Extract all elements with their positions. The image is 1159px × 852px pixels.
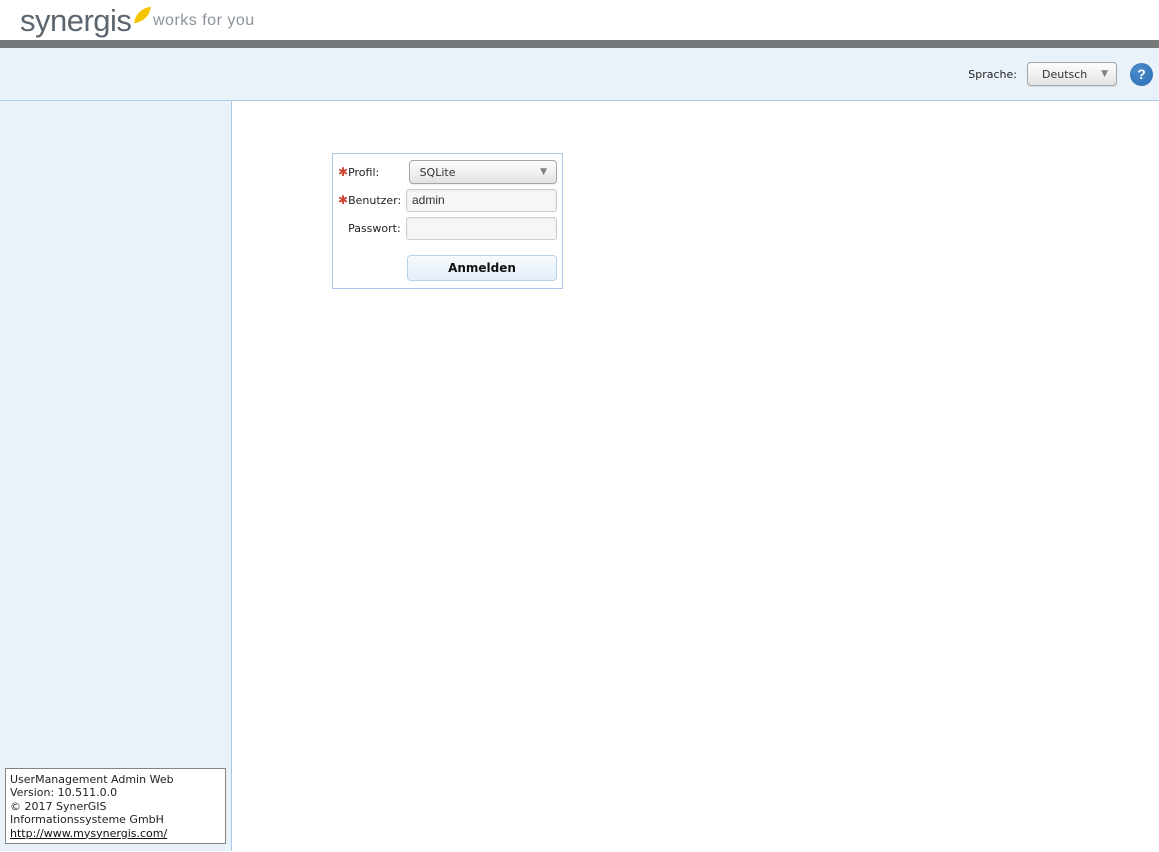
- profile-dropdown[interactable]: SQLite ▼: [409, 160, 557, 184]
- app-header: synergis works for you: [0, 0, 1159, 40]
- login-form: ✱ Profil: SQLite ▼ ✱ Benutzer: ✱ Pass: [332, 153, 563, 289]
- content-area: UserManagement Admin Web Version: 10.511…: [0, 101, 1159, 851]
- submit-row: Anmelden: [338, 255, 557, 281]
- profile-label-text: Profil:: [348, 166, 379, 179]
- password-row: ✱ Passwort:: [338, 214, 557, 242]
- required-icon: ✱: [338, 166, 348, 178]
- toolbar: Sprache: Deutsch ▼ ?: [0, 48, 1159, 101]
- copyright-text: © 2017 SynerGIS Informationssysteme GmbH: [10, 800, 222, 827]
- user-row: ✱ Benutzer:: [338, 186, 557, 214]
- header-divider-bar: [0, 40, 1159, 48]
- synergis-logo: synergis: [20, 2, 153, 40]
- password-input[interactable]: [406, 217, 557, 240]
- logo-tagline: works for you: [153, 12, 255, 30]
- logo-text: synergis: [20, 2, 131, 40]
- main-panel: ✱ Profil: SQLite ▼ ✱ Benutzer: ✱ Pass: [232, 101, 1159, 851]
- language-dropdown-value: Deutsch: [1042, 68, 1087, 81]
- password-label-text: Passwort:: [348, 222, 401, 235]
- chevron-down-icon: ▼: [1101, 70, 1108, 79]
- sidebar: UserManagement Admin Web Version: 10.511…: [0, 101, 232, 851]
- profile-row: ✱ Profil: SQLite ▼: [338, 158, 557, 186]
- product-name: UserManagement Admin Web: [10, 773, 222, 787]
- mysynergis-link[interactable]: http://www.mysynergis.com/: [10, 827, 167, 841]
- chevron-down-icon: ▼: [540, 168, 547, 177]
- password-label: ✱ Passwort:: [338, 222, 406, 235]
- user-label-text: Benutzer:: [348, 194, 401, 207]
- user-input[interactable]: [406, 189, 557, 212]
- version-info-box: UserManagement Admin Web Version: 10.511…: [5, 768, 226, 845]
- question-mark-icon: ?: [1137, 66, 1146, 82]
- profile-dropdown-value: SQLite: [420, 166, 456, 179]
- required-icon: ✱: [338, 194, 348, 206]
- login-button[interactable]: Anmelden: [407, 255, 557, 281]
- logo-leaf-icon: [132, 5, 153, 25]
- language-label: Sprache:: [968, 68, 1017, 81]
- profile-label: ✱ Profil:: [338, 166, 409, 179]
- help-button[interactable]: ?: [1130, 63, 1153, 86]
- language-dropdown[interactable]: Deutsch ▼: [1027, 62, 1117, 86]
- version-text: Version: 10.511.0.0: [10, 786, 222, 800]
- user-label: ✱ Benutzer:: [338, 194, 406, 207]
